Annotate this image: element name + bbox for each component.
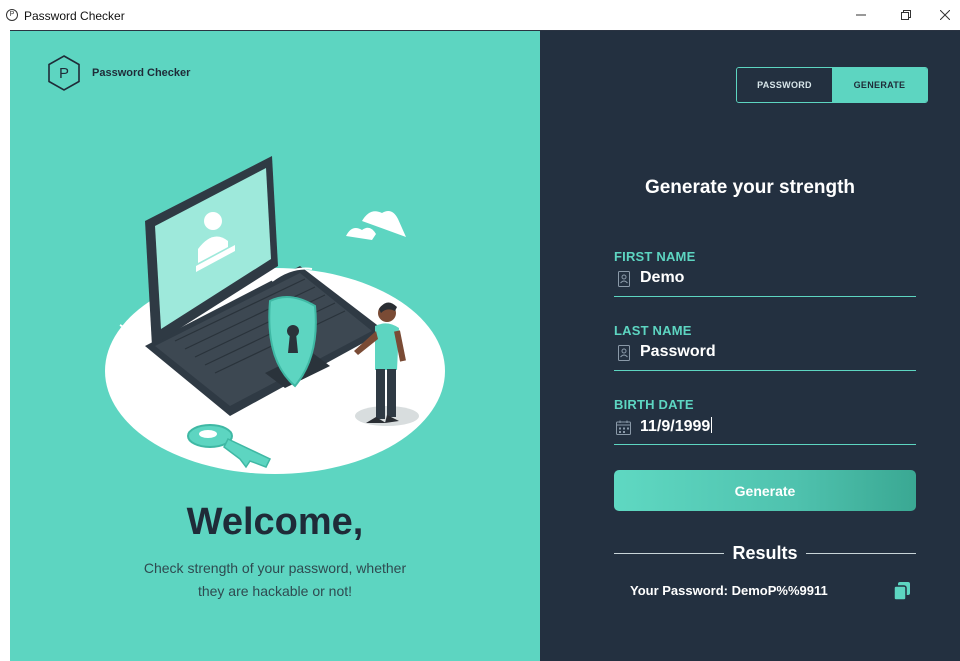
- calendar-icon: [616, 420, 631, 435]
- first-name-input[interactable]: Demo: [640, 269, 684, 287]
- minimize-icon: [856, 14, 866, 16]
- result-row: Your Password: DemoP%%9911: [630, 581, 915, 601]
- svg-text:P: P: [59, 65, 69, 82]
- generated-password-text: Your Password: DemoP%%9911: [630, 583, 828, 598]
- generate-button[interactable]: Generate: [614, 470, 916, 511]
- welcome-subtitle-line-2: they are hackable or not!: [197, 583, 353, 599]
- divider-line-right: [805, 552, 916, 554]
- copy-icon[interactable]: [894, 582, 910, 600]
- results-divider: Results: [614, 541, 916, 565]
- mode-toggle: PASSWORD GENERATE: [736, 67, 928, 103]
- form-title: Generate your strength: [644, 177, 856, 198]
- app-icon: P: [6, 9, 18, 21]
- last-name-field[interactable]: LAST NAME Password: [614, 323, 916, 371]
- id-card-icon: [618, 345, 630, 361]
- maximize-button[interactable]: [886, 4, 926, 26]
- birth-date-value: 11/9/1999: [640, 418, 711, 435]
- welcome-subtitle: Check strength of your password, whether…: [10, 557, 540, 603]
- generator-panel: PASSWORD GENERATE Generate your strength…: [540, 31, 960, 661]
- brand: P Password Checker: [48, 55, 190, 91]
- brand-name: Password Checker: [92, 67, 191, 79]
- close-icon: [940, 10, 950, 20]
- app-window: P Password Checker Welcome, Check streng…: [10, 30, 960, 661]
- welcome-panel: P Password Checker Welcome, Check streng…: [10, 31, 540, 661]
- last-name-input[interactable]: Password: [640, 343, 716, 361]
- brand-logo-icon: P: [48, 55, 80, 91]
- security-illustration: [105, 156, 445, 474]
- maximize-icon: [901, 10, 911, 20]
- first-name-field[interactable]: FIRST NAME Demo: [614, 249, 916, 297]
- birth-date-field[interactable]: BIRTH DATE 11/9/1999: [614, 397, 916, 445]
- birth-date-label: BIRTH DATE: [614, 397, 694, 412]
- divider-line-left: [614, 552, 725, 554]
- tab-generate[interactable]: GENERATE: [832, 68, 927, 102]
- birth-date-input[interactable]: 11/9/1999: [640, 417, 713, 436]
- close-button[interactable]: [930, 4, 960, 26]
- minimize-button[interactable]: [841, 4, 881, 26]
- text-caret: [711, 417, 713, 433]
- welcome-heading: Welcome,: [186, 501, 364, 543]
- results-title: Results: [732, 542, 798, 563]
- first-name-label: FIRST NAME: [614, 249, 696, 264]
- id-card-icon: [618, 271, 630, 287]
- window-title: Password Checker: [24, 9, 125, 23]
- welcome-subtitle-line-1: Check strength of your password, whether: [143, 560, 407, 576]
- tab-password[interactable]: PASSWORD: [737, 68, 832, 102]
- last-name-label: LAST NAME: [614, 323, 692, 338]
- window-titlebar: P Password Checker: [0, 0, 960, 30]
